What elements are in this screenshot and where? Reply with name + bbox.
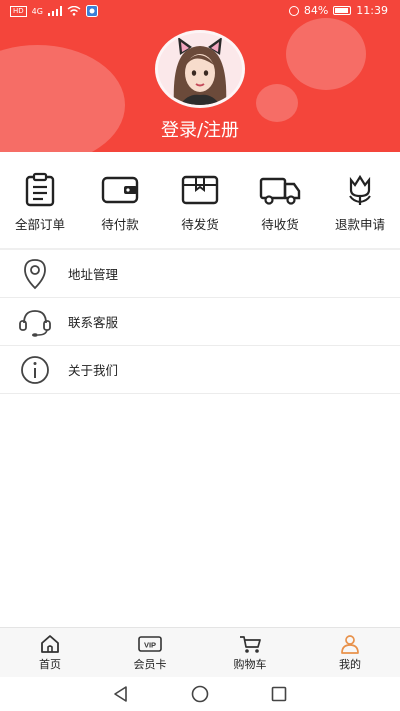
- truck-icon: [259, 177, 301, 205]
- order-pending-payment-label: 待付款: [101, 217, 139, 232]
- wifi-icon: [67, 6, 81, 16]
- profile-icon: [341, 635, 359, 654]
- settings-menu: 地址管理 联系客服 关于我们: [0, 250, 400, 394]
- vip-card-icon: VIP: [138, 636, 162, 652]
- clipboard-icon: [25, 172, 55, 207]
- order-pending-shipment-button[interactable]: 待发货: [160, 168, 240, 238]
- cat-ears-girl-avatar-icon: [158, 33, 242, 105]
- login-register-link[interactable]: 登录/注册: [0, 116, 400, 142]
- headset-icon: [19, 309, 51, 337]
- home-circle-icon[interactable]: [190, 684, 210, 704]
- app-notification-icon: [85, 5, 98, 17]
- order-shortcuts: 全部订单 待付款 待发货 待收货 退款申请: [0, 168, 400, 238]
- flower-icon: [349, 174, 371, 205]
- back-icon[interactable]: [112, 685, 130, 703]
- system-nav-bar: [0, 677, 400, 711]
- order-pending-receipt-button[interactable]: 待收货: [240, 168, 320, 238]
- order-pending-shipment-label: 待发货: [181, 217, 219, 232]
- avatar[interactable]: [155, 30, 245, 108]
- tab-profile-label: 我的: [339, 658, 361, 671]
- order-all-label: 全部订单: [14, 217, 65, 232]
- refund-request-button[interactable]: 退款申请: [320, 168, 400, 238]
- menu-item-address-label: 地址管理: [68, 267, 119, 282]
- alarm-icon: [288, 5, 299, 16]
- battery-icon: [333, 6, 352, 15]
- order-all-button[interactable]: 全部订单: [0, 168, 80, 238]
- menu-item-address[interactable]: 地址管理: [0, 250, 400, 298]
- signal-icon: [47, 6, 62, 16]
- home-icon: [41, 635, 59, 653]
- info-icon: [21, 355, 49, 384]
- bottom-tab-bar: 首页 VIP 会员卡 购物车 我的: [0, 627, 400, 677]
- tab-membership-label: 会员卡: [133, 658, 167, 671]
- package-icon: [181, 175, 219, 205]
- menu-item-about[interactable]: 关于我们: [0, 346, 400, 394]
- decor-bubble-right: [286, 18, 366, 90]
- wallet-icon: [101, 176, 139, 204]
- tab-home-label: 首页: [39, 658, 61, 671]
- profile-header: HD 4G 84% 11:39 登录/注册: [0, 0, 400, 152]
- hd-badge: HD: [10, 5, 27, 17]
- tab-cart-label: 购物车: [233, 658, 267, 671]
- tab-cart[interactable]: 购物车: [200, 628, 300, 677]
- battery-percent: 84%: [303, 4, 329, 17]
- tab-membership[interactable]: VIP 会员卡: [100, 628, 200, 677]
- tab-home[interactable]: 首页: [0, 628, 100, 677]
- location-pin-icon: [24, 258, 46, 289]
- status-time: 11:39: [356, 4, 388, 17]
- refund-request-label: 退款申请: [334, 217, 385, 232]
- menu-item-customer-service[interactable]: 联系客服: [0, 298, 400, 346]
- menu-item-customer-service-label: 联系客服: [68, 315, 119, 330]
- order-pending-payment-button[interactable]: 待付款: [80, 168, 160, 238]
- cart-icon: [240, 636, 261, 653]
- signal-label: 4G: [31, 6, 43, 16]
- recents-square-icon[interactable]: [270, 685, 288, 703]
- tab-profile[interactable]: 我的: [300, 628, 400, 677]
- order-pending-receipt-label: 待收货: [261, 217, 299, 232]
- menu-item-about-label: 关于我们: [68, 363, 119, 378]
- vip-badge-text: VIP: [144, 641, 156, 650]
- status-bar: HD 4G 84% 11:39: [0, 0, 400, 24]
